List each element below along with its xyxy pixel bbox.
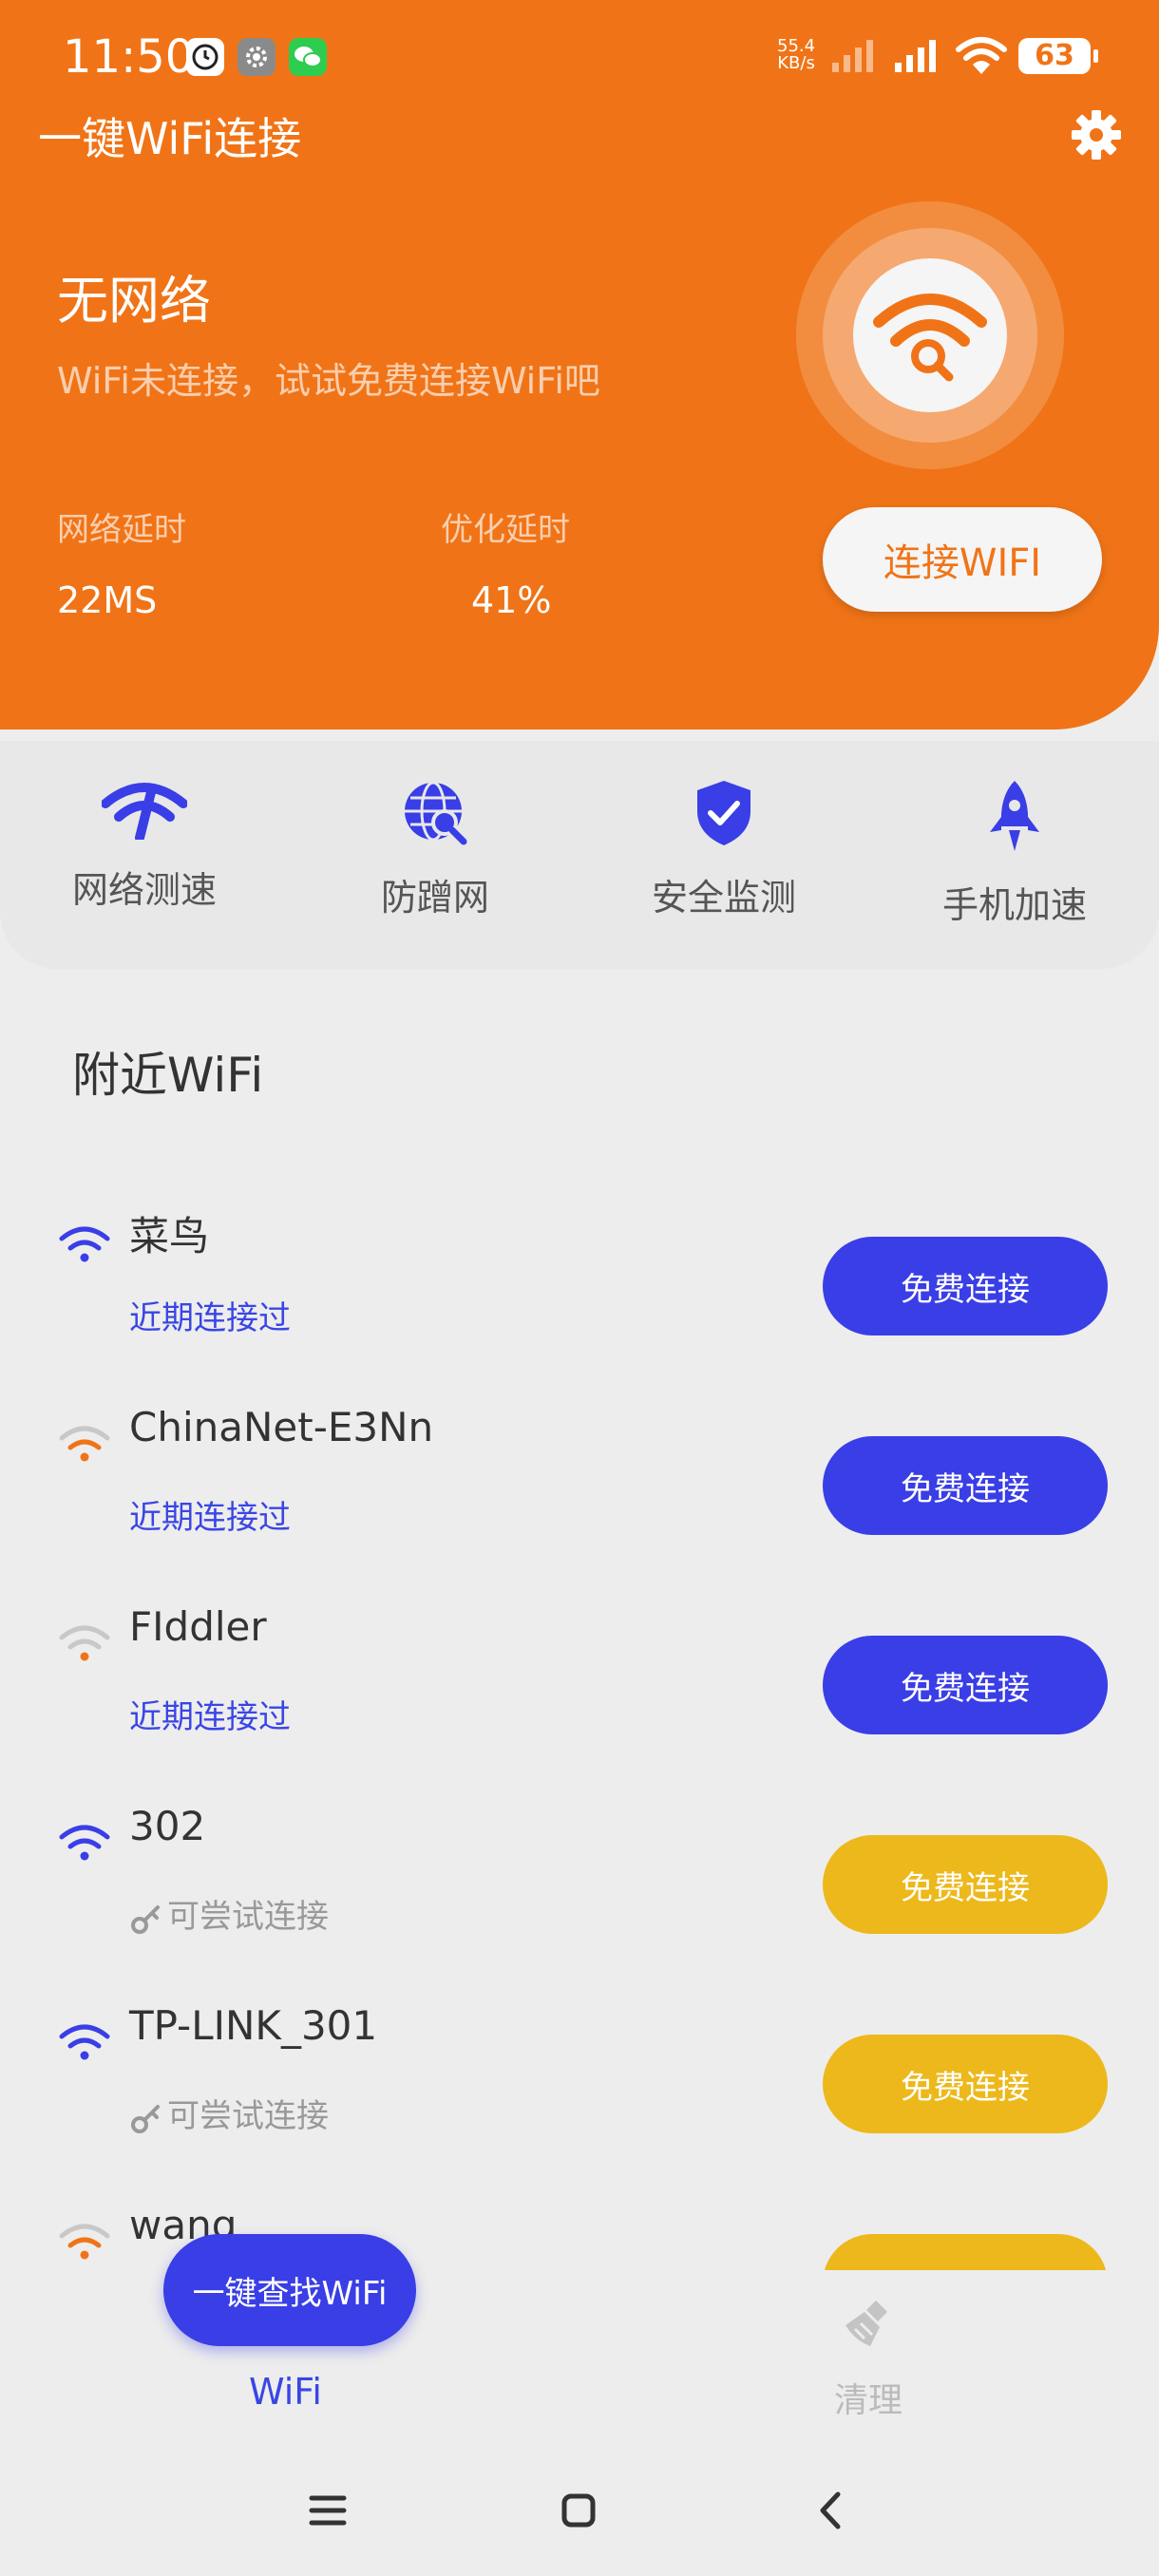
wifi-weak-icon (59, 1426, 110, 1462)
tool-label: 网络测速 (71, 869, 217, 911)
wifi-weak-icon (59, 2224, 110, 2260)
tool-security[interactable]: 安全监测 (581, 779, 866, 920)
wifi-strong-icon (59, 2024, 110, 2060)
tool-anti-leech[interactable]: 防蹭网 (293, 779, 578, 920)
wifi-row[interactable]: 302 可尝试连接 免费连接 (0, 1803, 1159, 2002)
wifi-row[interactable]: ChinaNet-E3Nn 近期连接过 免费连接 (0, 1404, 1159, 1603)
latency-label: 网络延时 (57, 511, 186, 549)
tool-label: 手机加速 (941, 884, 1087, 926)
nearby-wifi-title: 附近WiFi (72, 1048, 264, 1103)
tab-wifi[interactable]: WiFi (249, 2371, 322, 2413)
status-time: 11:50 (63, 30, 195, 84)
clock-app-icon (186, 38, 224, 76)
wifi-name: 302 (129, 1803, 206, 1849)
wifi-status: 近期连接过 (129, 1299, 291, 1337)
wifi-row[interactable]: 菜鸟 近期连接过 免费连接 (0, 1204, 1159, 1404)
wifi-status: 可尝试连接 (129, 1890, 329, 1937)
key-icon (131, 2104, 160, 2133)
network-speed: 55.4 KB/s (777, 36, 816, 73)
back-icon[interactable] (809, 2489, 853, 2532)
tab-clean[interactable]: 清理 (834, 2373, 902, 2422)
wifi-status-icon (956, 37, 1007, 74)
wifi-name: ChinaNet-E3Nn (129, 1404, 434, 1450)
wifi-search-icon (873, 294, 987, 382)
app-title: 一键WiFi连接 (38, 113, 302, 164)
battery-indicator: 63 (1018, 38, 1098, 74)
free-connect-button[interactable]: 免费连接 (823, 2035, 1108, 2133)
wifi-strong-icon (59, 1226, 110, 1262)
wifi-status: 近期连接过 (129, 1698, 291, 1736)
wifi-weakest-icon (59, 1625, 110, 1661)
signal-icon-sim2 (895, 40, 936, 72)
tool-label: 安全监测 (651, 877, 796, 919)
tools-row: 网络测速 防蹭网 安全监测 手机加速 (0, 741, 1159, 969)
broom-icon[interactable] (842, 2297, 895, 2350)
tool-boost[interactable]: 手机加速 (872, 779, 1157, 928)
wifi-search-button[interactable] (853, 258, 1007, 412)
wifi-name: TP-LINK_301 (129, 2002, 378, 2049)
gear-icon[interactable] (1070, 108, 1123, 161)
signal-icon-sim1 (832, 40, 873, 72)
menu-icon[interactable] (306, 2489, 350, 2532)
wifi-name: 菜鸟 (129, 1213, 210, 1260)
home-icon[interactable] (557, 2489, 600, 2532)
network-hint: WiFi未连接，试试免费连接WiFi吧 (57, 360, 600, 402)
latency-value: 22MS (57, 579, 158, 621)
wifi-strong-icon (59, 1825, 110, 1861)
connect-wifi-button[interactable]: 连接WIFI (823, 507, 1102, 612)
wifi-name: FIddler (129, 1603, 267, 1650)
status-bar: 11:50 55.4 KB/s 63 (0, 0, 1159, 114)
free-connect-button[interactable]: 免费连接 (823, 1237, 1108, 1335)
wifi-status: 近期连接过 (129, 1499, 291, 1537)
wifi-list[interactable]: 菜鸟 近期连接过 免费连接 ChinaNet-E3Nn 近期连接过 免费连接 F… (0, 1178, 1159, 2270)
optimize-value: 41% (471, 579, 552, 621)
optimize-label: 优化延时 (441, 511, 570, 549)
free-connect-button[interactable]: 免费连接 (823, 1436, 1108, 1535)
speed-icon (102, 783, 187, 840)
system-nav-bar (0, 2441, 1159, 2576)
network-status: 无网络 (57, 271, 211, 331)
tool-speed-test[interactable]: 网络测速 (2, 779, 287, 913)
rocket-icon (990, 781, 1039, 851)
globe-search-icon (405, 781, 467, 845)
wifi-status: 可尝试连接 (129, 2090, 329, 2136)
key-icon (131, 1904, 160, 1934)
free-connect-button[interactable]: 免费连接 (823, 1636, 1108, 1734)
wifi-row[interactable]: FIddler 近期连接过 免费连接 (0, 1603, 1159, 1803)
wechat-icon (289, 38, 327, 76)
find-wifi-button[interactable]: 一键查找WiFi (163, 2234, 416, 2346)
wifi-row[interactable]: TP-LINK_301 可尝试连接 免费连接 (0, 2002, 1159, 2202)
settings-app-icon (238, 38, 276, 76)
shield-check-icon (697, 781, 750, 845)
tool-label: 防蹭网 (380, 877, 489, 919)
free-connect-button[interactable]: 免费连接 (823, 2234, 1108, 2270)
free-connect-button[interactable]: 免费连接 (823, 1835, 1108, 1934)
